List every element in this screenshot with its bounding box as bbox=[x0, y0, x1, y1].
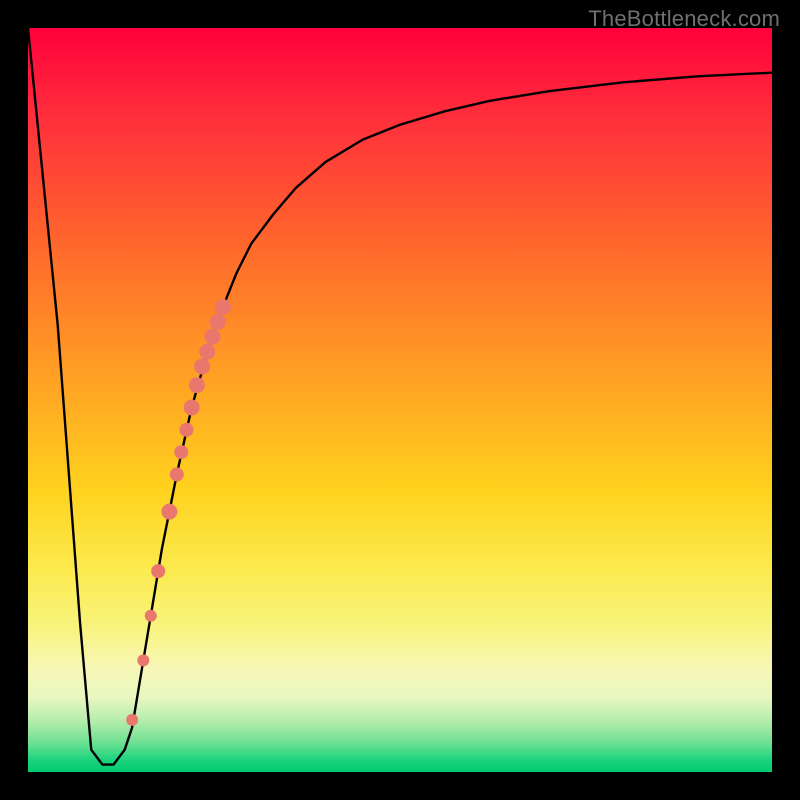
plot-area bbox=[28, 28, 772, 772]
highlight-dot bbox=[126, 714, 138, 726]
highlight-dots bbox=[126, 299, 231, 726]
bottleneck-curve-path bbox=[28, 28, 772, 765]
highlight-dot bbox=[215, 299, 231, 315]
highlight-dot bbox=[145, 610, 157, 622]
highlight-dot bbox=[137, 654, 149, 666]
highlight-dot bbox=[189, 377, 205, 393]
highlight-dot bbox=[151, 564, 165, 578]
bottleneck-curve bbox=[28, 28, 772, 765]
highlight-dot bbox=[179, 423, 193, 437]
chart-stage: TheBottleneck.com bbox=[0, 0, 800, 800]
highlight-dot bbox=[174, 445, 188, 459]
highlight-dot bbox=[161, 504, 177, 520]
highlight-dot bbox=[205, 329, 221, 345]
watermark-text: TheBottleneck.com bbox=[588, 6, 780, 32]
highlight-dot bbox=[170, 467, 184, 481]
chart-overlay-svg bbox=[28, 28, 772, 772]
highlight-dot bbox=[194, 359, 210, 375]
highlight-dot bbox=[184, 399, 200, 415]
highlight-dot bbox=[210, 314, 226, 330]
highlight-dot bbox=[199, 344, 215, 360]
